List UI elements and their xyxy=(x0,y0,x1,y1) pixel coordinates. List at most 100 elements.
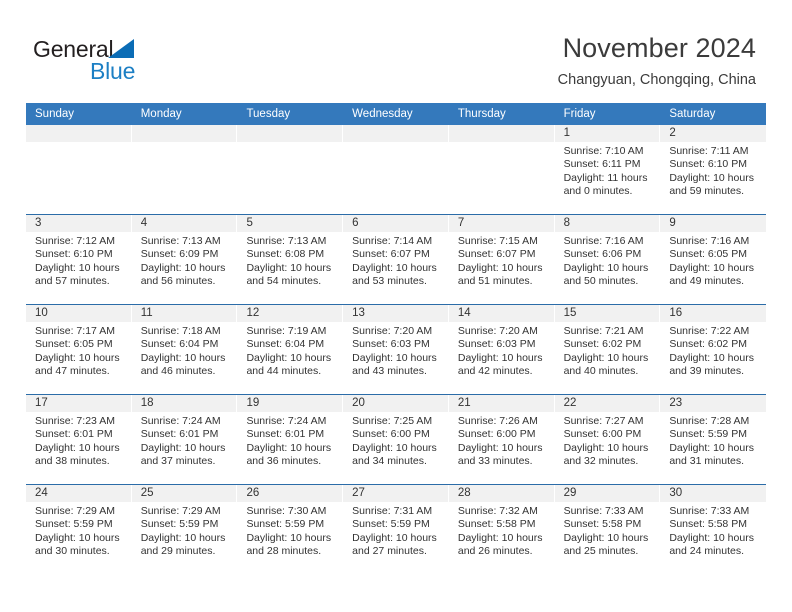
weekday-header-thursday: Thursday xyxy=(457,108,506,120)
day-cell-5[interactable]: 5 Sunrise: 7:13 AM Sunset: 6:08 PM Daylight… xyxy=(237,215,344,304)
day-cell-1[interactable]: 1 Sunrise: 7:10 AM Sunset: 6:11 PM Daylight… xyxy=(554,125,661,214)
day-number: 17 xyxy=(35,397,48,409)
day-number-band: 11 xyxy=(131,305,238,322)
day-cell-12[interactable]: 12 Sunrise: 7:19 AM Sunset: 6:04 PM Dayligh… xyxy=(237,305,344,394)
day-number-band: 6 xyxy=(343,215,449,232)
sunset-text: Sunset: 6:04 PM xyxy=(140,338,219,351)
sunset-text: Sunset: 6:02 PM xyxy=(563,338,642,351)
day-number-band: 10 xyxy=(26,305,132,322)
day-cell-14[interactable]: 14 Sunrise: 7:20 AM Sunset: 6:03 PM Dayligh… xyxy=(448,305,555,394)
sunrise-text: Sunrise: 7:30 AM xyxy=(246,505,327,517)
sunrise-text: Sunrise: 7:17 AM xyxy=(35,325,115,337)
day-cell-7[interactable]: 7 Sunrise: 7:15 AM Sunset: 6:07 PM Daylight… xyxy=(448,215,555,304)
day-cell-15[interactable]: 15 Sunrise: 7:21 AM Sunset: 6:02 PM Dayligh… xyxy=(554,305,661,394)
day-sun-info: Sunrise: 7:12 AM Sunset: 6:10 PM Daylight:… xyxy=(26,232,132,289)
logo-triangle-icon xyxy=(108,39,134,58)
day-sun-info: Sunrise: 7:17 AM Sunset: 6:05 PM Daylight:… xyxy=(26,322,132,379)
daylight-text-line2: and 44 minutes. xyxy=(246,365,322,378)
day-sun-info: Sunrise: 7:13 AM Sunset: 6:09 PM Daylight:… xyxy=(132,232,238,289)
daylight-text-line2: and 30 minutes. xyxy=(35,545,110,558)
sunset-text: Sunset: 6:02 PM xyxy=(669,338,747,351)
day-cell-8[interactable]: 8 Sunrise: 7:16 AM Sunset: 6:06 PM Daylight… xyxy=(554,215,661,304)
day-cell-13[interactable]: 13 Sunrise: 7:20 AM Sunset: 6:03 PM Dayligh… xyxy=(343,305,449,394)
sunrise-text: Sunrise: 7:28 AM xyxy=(669,415,750,427)
day-cell-9[interactable]: 9 Sunrise: 7:16 AM Sunset: 6:05 PM Daylight… xyxy=(660,215,767,304)
sunset-text: Sunset: 6:03 PM xyxy=(457,338,536,351)
sunrise-text: Sunrise: 7:29 AM xyxy=(35,505,115,517)
day-cell-21[interactable]: 21 Sunrise: 7:26 AM Sunset: 6:00 PM Dayligh… xyxy=(448,395,555,484)
day-number: 15 xyxy=(563,307,577,319)
day-number: 23 xyxy=(669,397,683,409)
day-number-band: 4 xyxy=(131,215,238,232)
day-sun-info: Sunrise: 7:28 AM Sunset: 5:59 PM Daylight:… xyxy=(660,412,766,469)
day-cell-17[interactable]: 17 Sunrise: 7:23 AM Sunset: 6:01 PM Dayligh… xyxy=(26,395,132,484)
day-cell-6[interactable]: 6 Sunrise: 7:14 AM Sunset: 6:07 PM Daylight… xyxy=(343,215,449,304)
day-number-band xyxy=(237,125,344,142)
sunrise-text: Sunrise: 7:18 AM xyxy=(140,325,221,337)
daylight-text-line2: and 43 minutes. xyxy=(352,365,427,378)
sunset-text: Sunset: 5:58 PM xyxy=(669,518,747,531)
daylight-text-line1: Daylight: 10 hours xyxy=(457,531,543,544)
day-cell-29[interactable]: 29 Sunrise: 7:33 AM Sunset: 5:58 PM Dayligh… xyxy=(554,485,661,574)
sunset-text: Sunset: 6:01 PM xyxy=(140,428,219,441)
sunset-text: Sunset: 6:07 PM xyxy=(352,248,430,261)
page-header: General Blue November 2024 Changyuan, Ch… xyxy=(0,0,792,100)
sunrise-text: Sunrise: 7:23 AM xyxy=(35,415,115,427)
day-number-band: 28 xyxy=(448,485,555,502)
sunset-text: Sunset: 6:09 PM xyxy=(140,248,219,261)
day-cell-22[interactable]: 22 Sunrise: 7:27 AM Sunset: 6:00 PM Dayligh… xyxy=(554,395,661,484)
day-cell-10[interactable]: 10 Sunrise: 7:17 AM Sunset: 6:05 PM Dayligh… xyxy=(26,305,132,394)
day-cell-25[interactable]: 25 Sunrise: 7:29 AM Sunset: 5:59 PM Dayligh… xyxy=(131,485,238,574)
sunrise-text: Sunrise: 7:33 AM xyxy=(669,505,750,517)
sunrise-text: Sunrise: 7:16 AM xyxy=(669,235,750,247)
day-cell-2[interactable]: 2 Sunrise: 7:11 AM Sunset: 6:10 PM Daylight… xyxy=(660,125,767,214)
day-cell-18[interactable]: 18 Sunrise: 7:24 AM Sunset: 6:01 PM Dayligh… xyxy=(131,395,238,484)
day-number: 1 xyxy=(563,127,570,139)
day-number-band: 9 xyxy=(660,215,767,232)
daylight-text-line2: and 31 minutes. xyxy=(669,455,745,468)
day-number-band: 17 xyxy=(26,395,132,412)
day-cell-28[interactable]: 28 Sunrise: 7:32 AM Sunset: 5:58 PM Dayligh… xyxy=(448,485,555,574)
day-cell-3[interactable]: 3 Sunrise: 7:12 AM Sunset: 6:10 PM Daylight… xyxy=(26,215,132,304)
daylight-text-line1: Daylight: 10 hours xyxy=(457,351,543,364)
sunset-text: Sunset: 5:59 PM xyxy=(35,518,113,531)
sunrise-text: Sunrise: 7:24 AM xyxy=(140,415,221,427)
day-cell-empty xyxy=(26,125,132,214)
day-number: 30 xyxy=(669,487,683,499)
day-cell-19[interactable]: 19 Sunrise: 7:24 AM Sunset: 6:01 PM Dayligh… xyxy=(237,395,344,484)
day-cell-26[interactable]: 26 Sunrise: 7:30 AM Sunset: 5:59 PM Dayligh… xyxy=(237,485,344,574)
daylight-text-line1: Daylight: 10 hours xyxy=(35,351,120,364)
calendar-week-row: 17 Sunrise: 7:23 AM Sunset: 6:01 PM Dayligh… xyxy=(26,394,767,484)
day-cell-16[interactable]: 16 Sunrise: 7:22 AM Sunset: 6:02 PM Dayligh… xyxy=(660,305,767,394)
day-cell-30[interactable]: 30 Sunrise: 7:33 AM Sunset: 5:58 PM Dayligh… xyxy=(660,485,767,574)
day-number: 22 xyxy=(563,397,577,409)
sunrise-text: Sunrise: 7:24 AM xyxy=(246,415,327,427)
sunrise-text: Sunrise: 7:32 AM xyxy=(457,505,538,517)
sunset-text: Sunset: 5:58 PM xyxy=(563,518,642,531)
day-cell-4[interactable]: 4 Sunrise: 7:13 AM Sunset: 6:09 PM Daylight… xyxy=(131,215,238,304)
title-block: November 2024 Changyuan, Chongqing, Chin… xyxy=(558,32,756,89)
daylight-text-line1: Daylight: 11 hours xyxy=(563,171,648,184)
day-number-band: 27 xyxy=(343,485,449,502)
day-sun-info: Sunrise: 7:13 AM Sunset: 6:08 PM Daylight:… xyxy=(237,232,343,289)
day-cell-24[interactable]: 24 Sunrise: 7:29 AM Sunset: 5:59 PM Dayligh… xyxy=(26,485,132,574)
day-number-band: 3 xyxy=(26,215,132,232)
day-cell-20[interactable]: 20 Sunrise: 7:25 AM Sunset: 6:00 PM Dayligh… xyxy=(343,395,449,484)
daylight-text-line2: and 51 minutes. xyxy=(457,275,533,288)
sunset-text: Sunset: 6:00 PM xyxy=(563,428,642,441)
sunset-text: Sunset: 6:05 PM xyxy=(669,248,747,261)
day-number-band: 2 xyxy=(660,125,767,142)
daylight-text-line1: Daylight: 10 hours xyxy=(669,441,754,454)
daylight-text-line1: Daylight: 10 hours xyxy=(669,261,754,274)
day-cell-23[interactable]: 23 Sunrise: 7:28 AM Sunset: 5:59 PM Dayligh… xyxy=(660,395,767,484)
day-number-band: 15 xyxy=(554,305,661,322)
general-blue-logo[interactable]: General Blue xyxy=(33,36,233,88)
daylight-text-line2: and 46 minutes. xyxy=(140,365,216,378)
sunset-text: Sunset: 5:58 PM xyxy=(457,518,536,531)
daylight-text-line1: Daylight: 10 hours xyxy=(457,261,543,274)
sunrise-text: Sunrise: 7:13 AM xyxy=(140,235,221,247)
day-cell-11[interactable]: 11 Sunrise: 7:18 AM Sunset: 6:04 PM Dayligh… xyxy=(131,305,238,394)
day-sun-info: Sunrise: 7:20 AM Sunset: 6:03 PM Daylight:… xyxy=(449,322,555,379)
day-cell-27[interactable]: 27 Sunrise: 7:31 AM Sunset: 5:59 PM Dayligh… xyxy=(343,485,449,574)
sunrise-text: Sunrise: 7:33 AM xyxy=(563,505,644,517)
